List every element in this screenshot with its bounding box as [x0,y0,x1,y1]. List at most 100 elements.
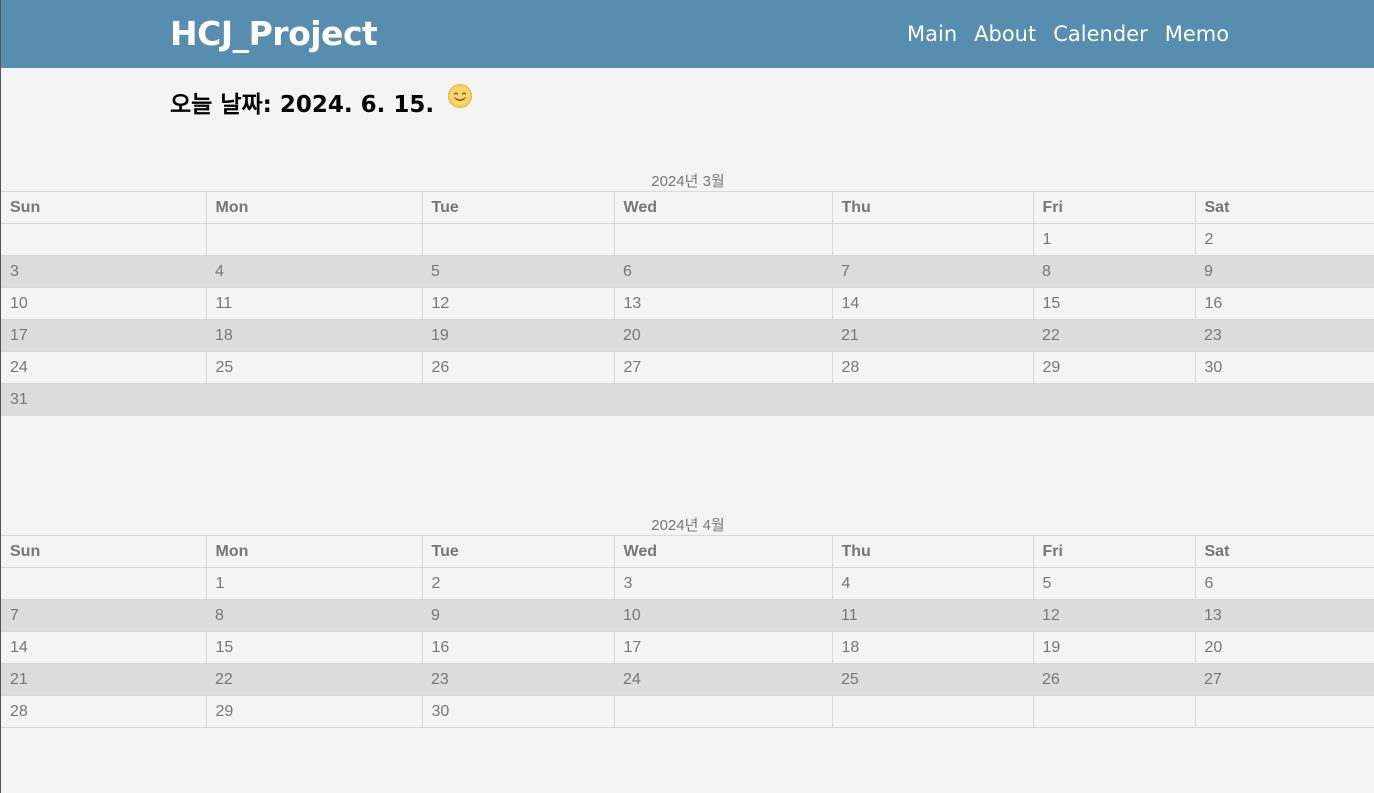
smiling-face-icon [448,84,472,108]
day-cell[interactable]: 28 [1,695,206,728]
day-cell[interactable]: 12 [421,287,614,320]
day-cell[interactable]: 31 [1,383,206,416]
weekday-header-sat: Sat [1194,535,1374,568]
day-cell[interactable]: 17 [613,631,832,664]
day-cell[interactable]: 26 [421,351,614,384]
week-row: 28 29 30 [1,695,1374,728]
day-cell[interactable]: 17 [1,319,206,352]
week-row: 31 [1,383,1374,416]
week-row: 7 8 9 10 11 12 13 [1,599,1374,632]
navbar: HCJ_Project Main About Calender Memo [1,0,1374,68]
day-cell[interactable]: 20 [1194,631,1374,664]
nav-main-link[interactable]: Main [907,22,957,46]
day-cell[interactable]: 6 [1194,567,1374,600]
nav-calender-link[interactable]: Calender [1053,22,1147,46]
nav-about-link[interactable]: About [974,22,1036,46]
day-cell[interactable]: 25 [832,663,1033,696]
brand-logo[interactable]: HCJ_Project [170,14,378,53]
weekday-header-fri: Fri [1032,535,1195,568]
empty-day-cell [832,383,1033,416]
calendar-table: Sun Mon Tue Wed Thu Fri Sat 1 2 3 4 5 6 7 8 9 10 11 12 13 14… [1,191,1374,416]
day-cell[interactable]: 2 [1194,223,1374,256]
day-cell[interactable]: 30 [1194,351,1374,384]
day-cell[interactable]: 5 [422,255,614,288]
day-cell[interactable]: 3 [613,567,832,600]
page: HCJ_Project Main About Calender Memo 오늘 … [0,0,1374,793]
day-cell[interactable]: 27 [613,351,832,384]
day-cell[interactable]: 21 [832,319,1033,352]
day-cell[interactable]: 29 [1032,351,1195,384]
day-cell[interactable]: 9 [422,599,614,632]
day-cell[interactable]: 9 [1195,255,1374,288]
day-cell[interactable]: 22 [1033,319,1195,352]
day-cell[interactable]: 26 [1033,663,1195,696]
day-cell[interactable]: 16 [421,631,614,664]
weekday-header-fri: Fri [1032,191,1195,224]
day-cell[interactable]: 10 [614,599,832,632]
day-cell[interactable]: 8 [206,599,422,632]
day-cell[interactable]: 28 [831,351,1033,384]
day-cell[interactable]: 18 [831,631,1033,664]
empty-day-cell [614,383,832,416]
day-cell[interactable]: 13 [613,287,832,320]
day-cell[interactable]: 7 [832,255,1033,288]
day-cell[interactable]: 24 [1,351,206,384]
day-cell[interactable]: 8 [1033,255,1195,288]
day-cell[interactable]: 11 [205,287,422,320]
day-cell[interactable]: 15 [1032,287,1195,320]
day-cell[interactable]: 5 [1032,567,1195,600]
calendar-table: Sun Mon Tue Wed Thu Fri Sat 1 2 3 4 5 6 7 8 9 10 11 12 13 14… [1,535,1374,728]
day-cell[interactable]: 16 [1194,287,1374,320]
day-cell[interactable]: 20 [614,319,832,352]
day-cell[interactable]: 27 [1195,663,1374,696]
day-cell[interactable]: 6 [614,255,832,288]
day-cell[interactable]: 10 [1,287,206,320]
day-cell[interactable]: 24 [614,663,832,696]
day-cell[interactable]: 1 [1032,223,1195,256]
weekday-header-mon: Mon [205,535,422,568]
day-cell[interactable]: 14 [1,631,206,664]
day-cell[interactable]: 3 [1,255,206,288]
week-row: 14 15 16 17 18 19 20 [1,631,1374,664]
day-cell[interactable]: 12 [1033,599,1195,632]
weekday-header-row: Sun Mon Tue Wed Thu Fri Sat [1,191,1374,224]
nav-memo-link[interactable]: Memo [1165,22,1229,46]
today-date-heading: 오늘 날짜: 2024. 6. 15. [170,92,435,118]
day-cell[interactable]: 19 [422,319,614,352]
empty-day-cell [1,223,206,256]
day-cell[interactable]: 29 [205,695,422,728]
empty-day-cell [421,223,614,256]
empty-day-cell [1195,383,1374,416]
day-cell[interactable]: 13 [1195,599,1374,632]
week-row: 21 22 23 24 25 26 27 [1,663,1374,696]
empty-day-cell [205,223,422,256]
weekday-header-wed: Wed [613,191,832,224]
weekday-header-thu: Thu [831,535,1033,568]
day-cell[interactable]: 22 [206,663,422,696]
day-cell[interactable]: 18 [206,319,422,352]
day-cell[interactable]: 21 [1,663,206,696]
week-row: 24 25 26 27 28 29 30 [1,351,1374,384]
day-cell[interactable]: 15 [205,631,422,664]
day-cell[interactable]: 2 [421,567,614,600]
week-row: 10 11 12 13 14 15 16 [1,287,1374,320]
empty-day-cell [613,223,832,256]
day-cell[interactable]: 14 [831,287,1033,320]
day-cell[interactable]: 1 [205,567,422,600]
day-cell[interactable]: 7 [1,599,206,632]
day-cell[interactable]: 11 [832,599,1033,632]
day-cell[interactable]: 19 [1032,631,1195,664]
day-cell[interactable]: 4 [206,255,422,288]
calendar-caption: 2024년 3월 [651,173,725,190]
empty-day-cell [831,695,1033,728]
week-row: 123456 [1,567,1374,600]
week-row: 3456789 [1,255,1374,288]
day-cell[interactable]: 23 [422,663,614,696]
day-cell[interactable]: 4 [831,567,1033,600]
day-cell[interactable]: 23 [1195,319,1374,352]
weekday-header-row: Sun Mon Tue Wed Thu Fri Sat [1,535,1374,568]
day-cell[interactable]: 30 [421,695,614,728]
day-cell[interactable]: 25 [205,351,422,384]
empty-day-cell [613,695,832,728]
weekday-header-mon: Mon [205,191,422,224]
